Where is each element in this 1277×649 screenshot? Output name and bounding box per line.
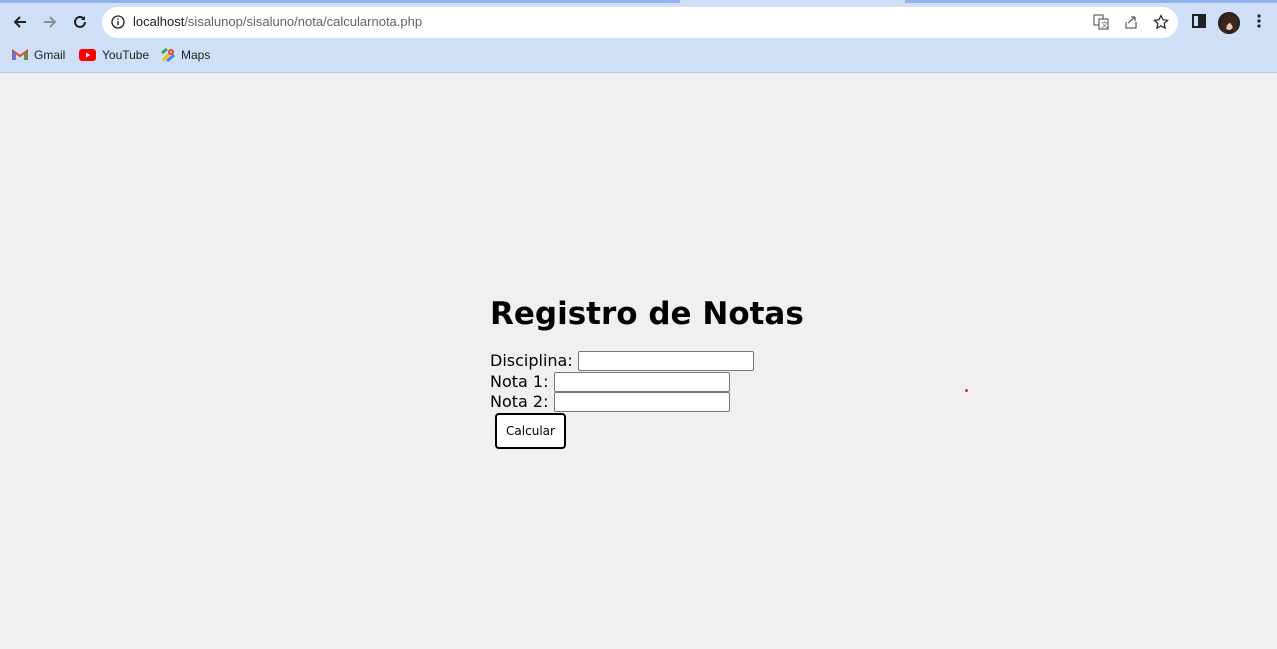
- reload-button[interactable]: [68, 10, 92, 34]
- grade2-row: Nota 2:: [490, 392, 804, 412]
- browser-chrome: localhost/sisalunop/sisaluno/nota/calcul…: [0, 0, 1277, 73]
- grade2-input[interactable]: [553, 392, 730, 412]
- bookmark-youtube[interactable]: YouTube: [79, 46, 149, 64]
- bookmark-label: YouTube: [102, 48, 150, 62]
- grade1-input[interactable]: [553, 372, 730, 392]
- browser-toolbar: localhost/sisalunop/sisaluno/nota/calcul…: [0, 5, 1277, 40]
- discipline-label: Disciplina:: [490, 351, 573, 370]
- calculate-button[interactable]: Calcular: [495, 413, 566, 449]
- forward-button[interactable]: [38, 10, 62, 34]
- bookmark-label: Gmail: [34, 48, 66, 62]
- svg-text:文: 文: [1101, 20, 1108, 29]
- back-button[interactable]: [8, 10, 32, 34]
- grade-form: Disciplina: Nota 1: Nota 2: Calcular: [490, 351, 804, 449]
- site-info-icon[interactable]: [110, 14, 126, 30]
- grade1-row: Nota 1:: [490, 372, 804, 392]
- main-content: Registro de Notas Disciplina: Nota 1: No…: [490, 296, 804, 449]
- tab-strip-accent: [905, 0, 1277, 3]
- discipline-input[interactable]: [577, 351, 754, 371]
- url-path: /sisalunop/sisaluno/nota/calcularnota.ph…: [184, 14, 423, 29]
- url-text[interactable]: localhost/sisalunop/sisaluno/nota/calcul…: [133, 14, 422, 29]
- side-panel-icon[interactable]: [1188, 10, 1210, 32]
- bookmark-star-icon[interactable]: [1152, 13, 1170, 31]
- translate-icon[interactable]: 文: [1092, 13, 1110, 31]
- maps-icon: [161, 48, 175, 62]
- share-icon[interactable]: [1122, 13, 1140, 31]
- discipline-row: Disciplina:: [490, 351, 804, 371]
- back-arrow-icon: [13, 16, 26, 28]
- gmail-icon: [12, 49, 28, 60]
- bookmark-gmail[interactable]: Gmail: [12, 46, 65, 64]
- more-menu-icon[interactable]: [1248, 10, 1270, 32]
- cursor-dot: [965, 389, 968, 392]
- page-title: Registro de Notas: [490, 296, 804, 332]
- bookmark-label: Maps: [181, 48, 211, 62]
- forward-arrow-icon: [44, 16, 57, 28]
- tab-strip-accent: [0, 0, 680, 3]
- reload-icon: [74, 15, 86, 28]
- grade1-label: Nota 1:: [490, 372, 549, 391]
- bookmark-maps[interactable]: Maps: [161, 46, 210, 64]
- bookmarks-bar: Gmail YouTube Maps: [0, 44, 1277, 66]
- grade2-label: Nota 2:: [490, 392, 549, 411]
- address-bar[interactable]: localhost/sisalunop/sisaluno/nota/calcul…: [102, 7, 1178, 38]
- profile-avatar[interactable]: [1218, 12, 1240, 34]
- url-host: localhost: [133, 14, 185, 29]
- youtube-icon: [79, 49, 96, 61]
